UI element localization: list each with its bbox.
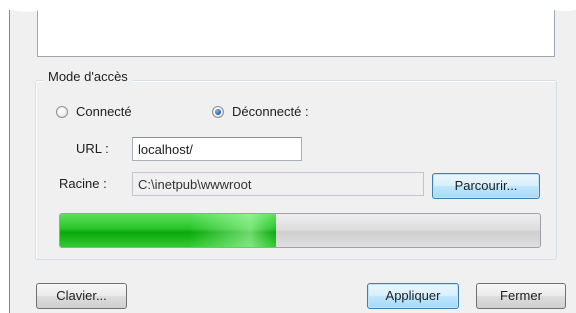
root-path-input[interactable] [132, 172, 424, 196]
close-button[interactable]: Fermer [476, 283, 566, 309]
radio-disconnected-label: Déconnecté : [232, 104, 309, 119]
torn-edge-decoration [0, 0, 576, 14]
radio-disconnected[interactable]: Déconnecté : [212, 104, 309, 119]
url-label: URL : [76, 141, 109, 156]
radio-connected-label: Connecté [76, 104, 132, 119]
access-mode-label: Mode d'accès [44, 69, 132, 84]
apply-button[interactable]: Appliquer [367, 283, 459, 309]
browse-button[interactable]: Parcourir... [432, 173, 540, 199]
dialog-screenshot: Mode d'accès Connecté Déconnecté : URL :… [0, 0, 576, 313]
root-label: Racine : [59, 176, 107, 191]
progress-fill [60, 214, 276, 247]
progress-bar [59, 213, 541, 248]
radio-connected-indicator [56, 105, 68, 118]
keyboard-button[interactable]: Clavier... [36, 283, 127, 309]
radio-connected[interactable]: Connecté [56, 104, 132, 119]
url-input[interactable] [132, 137, 302, 161]
radio-disconnected-indicator [212, 105, 224, 118]
